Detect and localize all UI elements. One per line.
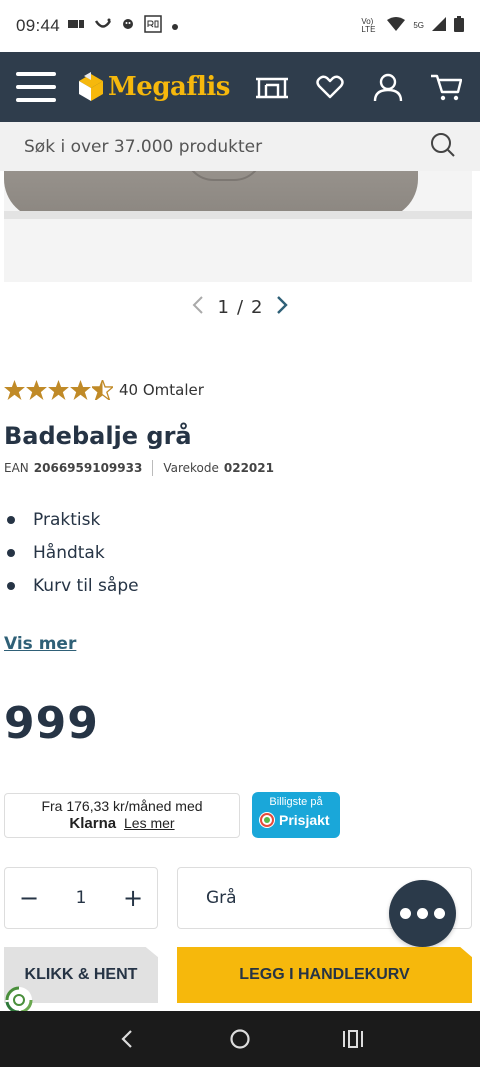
logo-text: Megaflis	[108, 72, 230, 102]
bullet-icon	[7, 581, 15, 590]
volte-label: Vo) LTE	[361, 17, 376, 34]
signal-label: 5G	[413, 21, 424, 30]
pager-current: 1	[217, 297, 229, 318]
product-image[interactable]	[4, 171, 472, 282]
hamburger-menu-icon[interactable]	[16, 72, 56, 102]
home-icon[interactable]	[220, 1019, 260, 1059]
klarna-brand: Klarna	[69, 815, 117, 832]
image-pager: 1 / 2	[0, 296, 480, 319]
add-to-cart-button[interactable]: LEGG I HANDLEKURV	[177, 947, 472, 1003]
prisjakt-brand: Prisjakt	[279, 812, 330, 828]
site-header: Megaflis	[0, 52, 480, 122]
megaflis-logo[interactable]: Megaflis	[78, 72, 230, 102]
status-time: 09:44	[16, 16, 61, 35]
star-icon	[48, 380, 69, 400]
decrease-quantity-button[interactable]: −	[19, 884, 39, 912]
status-right-icons: Vo) LTE 5G	[361, 15, 464, 37]
next-image-icon[interactable]	[276, 296, 289, 319]
quantity-value[interactable]: 1	[76, 888, 87, 908]
dot-icon	[400, 908, 411, 919]
product-meta: EAN 2066959109933 Varekode 022021	[4, 460, 274, 476]
ro-badge-icon	[144, 14, 162, 38]
image-shadow	[4, 211, 472, 219]
code-label: Varekode	[163, 461, 219, 475]
prisjakt-logo-icon	[259, 812, 275, 828]
ean-value: 2066959109933	[33, 461, 143, 475]
prev-image-icon[interactable]	[192, 296, 204, 319]
product-rating[interactable]: 40 Omtaler	[4, 380, 204, 400]
show-more-link[interactable]: Vis mer	[4, 634, 76, 654]
cart-icon[interactable]	[428, 69, 464, 105]
product-title: Badebalje grå	[4, 422, 192, 450]
prisjakt-brand-line: Prisjakt	[258, 811, 334, 829]
product-price: 999	[4, 698, 99, 749]
pager-total: 2	[251, 297, 263, 318]
reviews-count[interactable]: 40 Omtaler	[119, 381, 204, 399]
klarna-brand-line: Klarna Les mer	[5, 815, 239, 832]
rating-stars	[4, 380, 113, 400]
ean-label: EAN	[4, 461, 29, 475]
klarna-read-more-link[interactable]: Les mer	[124, 815, 175, 831]
klarna-installment-text: Fra 176,33 kr/måned med	[41, 798, 203, 814]
bullet-icon	[7, 515, 15, 524]
search-bar[interactable]: Søk i over 37.000 produkter	[0, 122, 480, 171]
prisjakt-cheapest-text: Billigste på	[269, 796, 323, 808]
quantity-stepper: − 1 +	[4, 867, 158, 929]
wifi-icon	[387, 16, 406, 36]
heart-icon[interactable]	[312, 69, 348, 105]
star-icon	[70, 380, 91, 400]
user-icon[interactable]	[370, 69, 406, 105]
prisjakt-badge[interactable]: Billigste på Prisjakt	[252, 792, 340, 838]
variant-selected-value: Grå	[206, 888, 237, 908]
system-nav-bar	[0, 1011, 480, 1067]
status-left-icons	[68, 14, 179, 38]
star-icon	[26, 380, 47, 400]
increase-quantity-button[interactable]: +	[123, 884, 143, 912]
bullet-icon	[7, 548, 15, 557]
logo-cube-icon	[79, 72, 103, 101]
feature-item: Praktisk	[4, 503, 139, 536]
feature-text: Håndtak	[33, 542, 105, 563]
signal-icon	[432, 16, 446, 36]
feature-text: Kurv til såpe	[33, 575, 139, 596]
smile-icon	[94, 17, 112, 35]
feature-item: Håndtak	[4, 536, 139, 569]
back-icon[interactable]	[107, 1019, 147, 1059]
feature-text: Praktisk	[33, 509, 101, 530]
search-input[interactable]: Søk i over 37.000 produkter	[24, 137, 430, 157]
dot-icon	[417, 908, 428, 919]
battery-icon	[454, 15, 464, 37]
chat-more-button[interactable]	[389, 880, 456, 947]
dot-icon	[172, 17, 179, 35]
search-icon[interactable]	[430, 132, 456, 162]
pager-separator: /	[236, 297, 244, 318]
star-icon	[4, 380, 25, 400]
feature-item: Kurv til såpe	[4, 569, 139, 602]
klarna-box[interactable]: Fra 176,33 kr/måned med Klarna Les mer	[4, 793, 240, 838]
header-icons	[254, 69, 464, 105]
status-bar: 09:44 Vo) LTE 5G	[0, 0, 480, 52]
meta-divider	[152, 460, 154, 476]
store-icon[interactable]	[254, 69, 290, 105]
half-star-icon	[92, 380, 113, 400]
face-icon	[122, 17, 134, 35]
message-icon	[68, 17, 85, 35]
dot-icon	[434, 908, 445, 919]
recents-icon[interactable]	[333, 1019, 373, 1059]
code-value: 022021	[223, 461, 274, 475]
feature-list: Praktisk Håndtak Kurv til såpe	[4, 503, 139, 602]
